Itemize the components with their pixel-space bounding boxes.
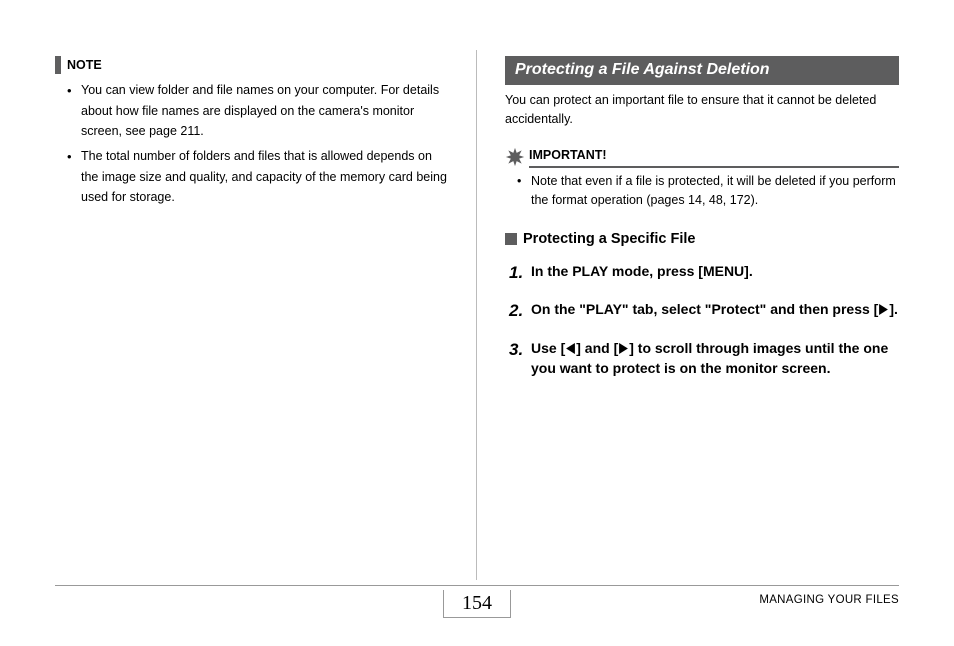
step-text-part: Use [ bbox=[531, 340, 565, 356]
right-arrow-icon bbox=[618, 343, 629, 354]
sub-heading-text: Protecting a Specific File bbox=[523, 231, 695, 247]
note-bullet-list: You can view folder and file names on yo… bbox=[55, 80, 448, 208]
step-list: 1. In the PLAY mode, press [MENU]. 2. On… bbox=[505, 261, 899, 379]
section-intro-text: You can protect an important file to ens… bbox=[505, 91, 899, 130]
right-arrow-icon bbox=[878, 304, 889, 315]
left-arrow-icon bbox=[565, 343, 576, 354]
note-bullet-item: The total number of folders and files th… bbox=[81, 146, 448, 208]
note-bar-icon bbox=[55, 56, 61, 74]
footer-section-title: MANAGING YOUR FILES bbox=[759, 594, 899, 606]
note-heading: NOTE bbox=[55, 56, 448, 74]
important-bullet-list: Note that even if a file is protected, i… bbox=[505, 172, 899, 211]
left-column: NOTE You can view folder and file names … bbox=[55, 50, 477, 580]
step-text: On the "PLAY" tab, select "Protect" and … bbox=[531, 299, 899, 324]
step-text-part: ] and [ bbox=[576, 340, 618, 356]
square-bullet-icon bbox=[505, 233, 517, 245]
starburst-icon bbox=[505, 147, 525, 167]
note-label: NOTE bbox=[67, 58, 102, 72]
step-text: Use [] and [] to scroll through images u… bbox=[531, 338, 899, 379]
important-heading: IMPORTANT! bbox=[505, 146, 899, 168]
step-1: 1. In the PLAY mode, press [MENU]. bbox=[509, 261, 899, 286]
step-text-part: ]. bbox=[889, 301, 898, 317]
step-number: 3. bbox=[509, 338, 531, 379]
note-bullet-item: You can view folder and file names on yo… bbox=[81, 80, 448, 142]
right-column: Protecting a File Against Deletion You c… bbox=[477, 50, 899, 580]
page-number: 154 bbox=[443, 590, 511, 618]
step-2: 2. On the "PLAY" tab, select "Protect" a… bbox=[509, 299, 899, 324]
sub-heading: Protecting a Specific File bbox=[505, 231, 899, 247]
step-number: 2. bbox=[509, 299, 531, 324]
step-text-part: On the "PLAY" tab, select "Protect" and … bbox=[531, 301, 878, 317]
step-text: In the PLAY mode, press [MENU]. bbox=[531, 261, 899, 286]
important-bullet-item: Note that even if a file is protected, i… bbox=[531, 172, 899, 211]
page-footer: 154 MANAGING YOUR FILES bbox=[55, 585, 899, 622]
step-number: 1. bbox=[509, 261, 531, 286]
footer-rule bbox=[55, 585, 899, 586]
step-3: 3. Use [] and [] to scroll through image… bbox=[509, 338, 899, 379]
section-title-bar: Protecting a File Against Deletion bbox=[505, 56, 899, 85]
important-label: IMPORTANT! bbox=[529, 148, 607, 162]
